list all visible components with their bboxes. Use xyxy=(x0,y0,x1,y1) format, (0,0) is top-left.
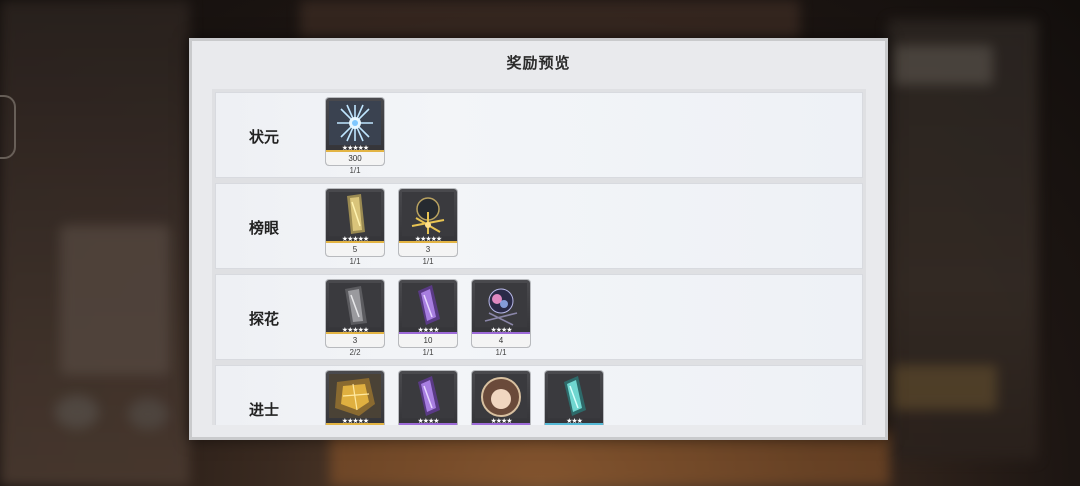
gold-orb-icon xyxy=(402,192,454,236)
tier-label: 进士 xyxy=(248,400,279,419)
character-portrait-icon xyxy=(475,374,527,418)
item-claim-count: 2/2 xyxy=(349,348,361,357)
item-claim-count: 1/1 xyxy=(349,166,361,175)
background-right-button xyxy=(892,365,997,410)
reward-item[interactable]: ★★★★★ 3 1/1 xyxy=(399,189,457,266)
reward-tier-list[interactable]: 状元 ★★★★★ 300 1/1 榜眼 ★★★★★ 5 1/1 ★★★★★ 3 1/1 探花 … xyxy=(212,89,866,425)
reward-item[interactable]: ★★★ xyxy=(545,371,603,425)
reward-item[interactable]: ★★★★ xyxy=(399,371,457,425)
item-quantity: 3 xyxy=(326,334,384,347)
tier-row: 探花 ★★★★★ 3 2/2 ★★★★ 10 1/1 ★★★★ 4 1/1 xyxy=(215,274,863,360)
purple-orb-icon xyxy=(475,283,527,327)
item-quantity: 5 xyxy=(326,243,384,256)
reward-item-card[interactable]: ★★★★ 10 xyxy=(399,280,457,347)
item-claim-count: 1/1 xyxy=(349,257,361,266)
reward-item-card[interactable]: ★★★★★ 300 xyxy=(326,98,384,165)
gold-cylinder-icon xyxy=(329,192,381,236)
item-claim-count: 1/1 xyxy=(495,348,507,357)
reward-item[interactable]: ★★★★ xyxy=(472,371,530,425)
purple-cylinder-icon xyxy=(402,374,454,418)
background-menu-icon xyxy=(128,398,168,430)
background-menu-icon xyxy=(55,395,99,429)
reward-item-card[interactable]: ★★★★ xyxy=(399,371,457,425)
background-top xyxy=(300,0,800,40)
item-claim-count: 1/1 xyxy=(422,348,434,357)
tier-row: 进士 ★★★★★ ★★★★ ★★★★ ★★★ xyxy=(215,365,863,425)
background-hex-icon xyxy=(0,95,16,159)
reward-item-card[interactable]: ★★★★★ 5 xyxy=(326,189,384,256)
reward-item[interactable]: ★★★★ 4 1/1 xyxy=(472,280,530,357)
tier-row: 榜眼 ★★★★★ 5 1/1 ★★★★★ 3 1/1 xyxy=(215,183,863,269)
tier-label: 榜眼 xyxy=(248,218,279,237)
reward-item-card[interactable]: ★★★★★ xyxy=(326,371,384,425)
tier-label: 探花 xyxy=(248,309,279,328)
reward-item-card[interactable]: ★★★★ xyxy=(472,371,530,425)
reward-item[interactable]: ★★★★ 10 1/1 xyxy=(399,280,457,357)
reward-preview-modal: 奖励预览 状元 ★★★★★ 300 1/1 榜眼 ★★★★★ 5 1/1 ★★★★★ 3 1/… xyxy=(189,38,888,440)
reward-item-card[interactable]: ★★★ xyxy=(545,371,603,425)
reward-item[interactable]: ★★★★★ xyxy=(326,371,384,425)
reward-item-card[interactable]: ★★★★★ 3 xyxy=(399,189,457,256)
reward-item[interactable]: ★★★★★ 5 1/1 xyxy=(326,189,384,266)
reward-item[interactable]: ★★★★★ 3 2/2 xyxy=(326,280,384,357)
reward-item-card[interactable]: ★★★★★ 3 xyxy=(326,280,384,347)
reward-item[interactable]: ★★★★★ 300 1/1 xyxy=(326,98,384,175)
background-book xyxy=(60,225,170,375)
item-quantity: 300 xyxy=(326,152,384,165)
modal-title: 奖励预览 xyxy=(506,54,571,72)
gold-fragment-icon xyxy=(329,374,381,418)
item-claim-count: 1/1 xyxy=(422,257,434,266)
item-quantity: 10 xyxy=(399,334,457,347)
blue-crystal-icon xyxy=(329,101,381,145)
tier-label: 状元 xyxy=(248,127,279,146)
purple-cylinder-icon xyxy=(402,283,454,327)
tier-row: 状元 ★★★★★ 300 1/1 xyxy=(215,92,863,178)
item-quantity: 4 xyxy=(472,334,530,347)
item-quantity: 3 xyxy=(399,243,457,256)
teal-cylinder-icon xyxy=(548,374,600,418)
silver-cylinder-icon xyxy=(329,283,381,327)
reward-item-card[interactable]: ★★★★ 4 xyxy=(472,280,530,347)
background-right-title xyxy=(893,45,993,85)
